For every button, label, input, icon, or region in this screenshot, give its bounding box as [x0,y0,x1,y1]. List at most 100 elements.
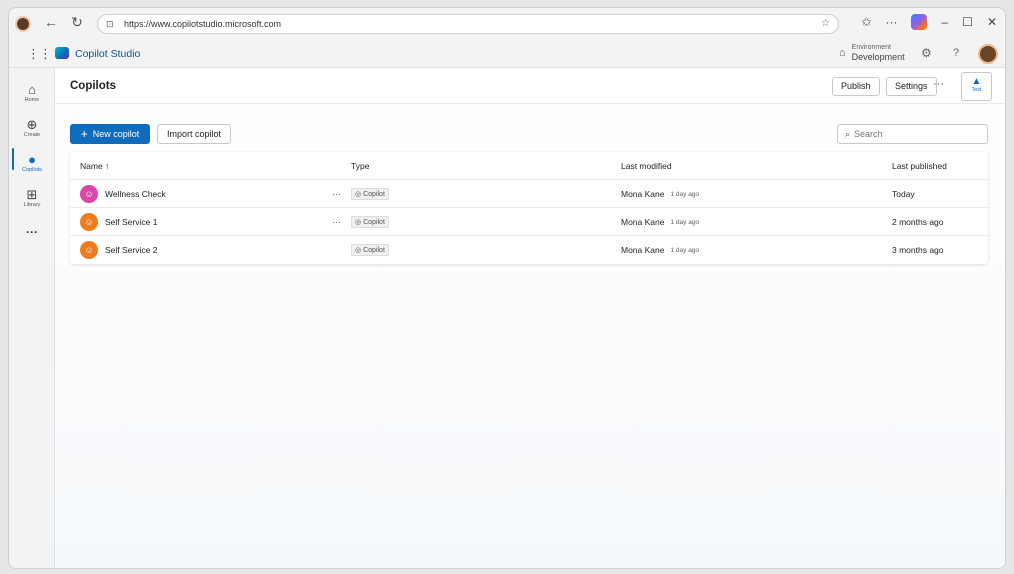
test-button[interactable]: ▲ Test [961,72,992,101]
col-header-name[interactable]: Name ↑ [80,152,109,180]
type-badge: ◎ Copilot [351,188,389,200]
browser-toolbar: ← ↻ ⊡ https://www.copilotstudio.microsof… [9,8,1005,40]
publish-button[interactable]: Publish [832,77,880,96]
type-label: Copilot [363,190,385,198]
main-content: Copilots Publish Settings ··· ▲ Test + N… [55,68,1005,568]
add-circle-icon: ⊕ [26,117,38,132]
page-title: Copilots [70,80,116,92]
environment-label: Environment [851,44,891,51]
favorite-star-icon[interactable]: ☆ [821,18,830,29]
table-row[interactable]: ☺ Self Service 1 ··· ◎ Copilot Mona Kane … [70,208,988,236]
col-header-type[interactable]: Type [351,152,369,180]
home-icon: ⌂ [28,82,36,97]
rail-item-label: Copilots [22,167,42,173]
plus-icon: + [80,127,88,141]
refresh-icon[interactable]: ↻ [67,14,87,31]
lock-icon: ⊡ [106,18,114,29]
settings-gear-icon[interactable]: ⚙ [921,46,932,60]
table-row[interactable]: ☺ Wellness Check ··· ◎ Copilot Mona Kane … [70,180,988,208]
row-type-cell: ◎ Copilot [351,180,389,208]
environment-picker[interactable]: ⌂ Environment Development [839,43,905,63]
left-nav-rail: ⌂ Home ⊕ Create ● Copilots ⊞ Library ··· [9,68,55,568]
bot-icon: ☺ [80,213,98,231]
copilot-type-icon: ◎ [355,191,362,198]
row-more-icon[interactable]: ··· [332,189,341,199]
row-type-cell: ◎ Copilot [351,208,389,236]
more-options-icon[interactable]: ··· [933,78,944,90]
copilot-sidebar-icon[interactable] [911,14,928,30]
page-header: Copilots Publish Settings ··· ▲ Test [55,68,1005,104]
type-badge: ◎ Copilot [351,244,389,256]
environment-icon: ⌂ [839,47,846,59]
environment-value: Development [851,52,905,62]
row-modified-cell: Mona Kane 1 day ago [621,236,699,264]
search-box[interactable]: ⌕ [837,124,988,144]
bot-icon: ☺ [80,241,98,259]
browser-actions: ✩ ··· – ☐ ✕ [861,14,997,30]
row-published-cell: Today [892,189,915,199]
rail-item-library[interactable]: ⊞ Library [9,187,55,208]
row-published-cell: 3 months ago [892,245,944,255]
url-text: https://www.copilotstudio.microsoft.com [124,19,282,29]
import-copilot-button[interactable]: Import copilot [157,124,231,144]
copilots-table: Name ↑ Type Last modified Last published… [70,152,988,264]
browser-menu-icon[interactable]: ··· [885,15,897,29]
rail-item-label: Create [23,132,41,138]
rail-item-create[interactable]: ⊕ Create [9,117,55,138]
modified-by: Mona Kane [621,189,665,199]
help-icon[interactable]: ? [953,47,959,59]
maximize-icon[interactable]: ☐ [962,15,973,29]
row-name-cell: ☺ Self Service 1 [80,208,157,236]
app-header: ⋮⋮⋮ Copilot Studio ⌂ Environment Develop… [9,40,1005,68]
address-bar[interactable]: ⊡ https://www.copilotstudio.microsoft.co… [97,14,839,34]
new-copilot-button[interactable]: + New copilot [70,124,150,144]
rail-item-copilots[interactable]: ● Copilots [9,152,55,173]
type-label: Copilot [363,246,385,254]
modified-by: Mona Kane [621,217,665,227]
copilot-name[interactable]: Self Service 1 [105,217,157,227]
rail-more-icon[interactable]: ··· [9,225,55,239]
row-published-cell: 2 months ago [892,217,944,227]
search-input[interactable] [854,129,975,139]
user-avatar[interactable] [978,44,998,64]
table-header-row: Name ↑ Type Last modified Last published [70,152,988,180]
modified-time: 1 day ago [670,190,700,198]
minimize-icon[interactable]: – [941,15,948,29]
copilot-icon: ● [28,152,36,167]
copilot-type-icon: ◎ [355,247,362,254]
row-modified-cell: Mona Kane 1 day ago [621,208,699,236]
test-label: Test [971,87,982,93]
library-icon: ⊞ [26,187,38,202]
col-header-published[interactable]: Last published [892,152,947,180]
col-header-modified[interactable]: Last modified [621,152,672,180]
new-copilot-label: New copilot [92,129,140,139]
close-icon[interactable]: ✕ [987,15,997,29]
rail-item-label: Library [23,202,41,208]
row-type-cell: ◎ Copilot [351,236,389,264]
rail-item-label: Home [24,97,40,103]
row-name-cell: ☺ Self Service 2 [80,236,157,264]
browser-profile-avatar[interactable] [15,16,31,32]
search-icon: ⌕ [845,128,851,139]
row-modified-cell: Mona Kane 1 day ago [621,180,699,208]
back-icon[interactable]: ← [41,14,61,30]
favorites-icon[interactable]: ✩ [861,15,871,29]
settings-button[interactable]: Settings [886,77,937,96]
test-flask-icon: ▲ [971,76,982,87]
copilot-name[interactable]: Self Service 2 [105,245,157,255]
row-more-icon[interactable]: ··· [332,217,341,227]
bot-icon: ☺ [80,185,98,203]
modified-by: Mona Kane [621,245,665,255]
copilot-studio-logo [55,47,69,59]
copilot-name[interactable]: Wellness Check [105,189,166,199]
copilot-type-icon: ◎ [355,219,362,226]
table-row[interactable]: ☺ Self Service 2 ◎ Copilot Mona Kane 1 da… [70,236,988,264]
type-badge: ◎ Copilot [351,216,389,228]
app-name[interactable]: Copilot Studio [75,48,140,60]
type-label: Copilot [363,218,385,226]
modified-time: 1 day ago [670,246,700,254]
browser-window: ← ↻ ⊡ https://www.copilotstudio.microsof… [8,7,1006,569]
row-name-cell: ☺ Wellness Check [80,180,166,208]
rail-item-home[interactable]: ⌂ Home [9,82,55,103]
modified-time: 1 day ago [670,218,700,226]
